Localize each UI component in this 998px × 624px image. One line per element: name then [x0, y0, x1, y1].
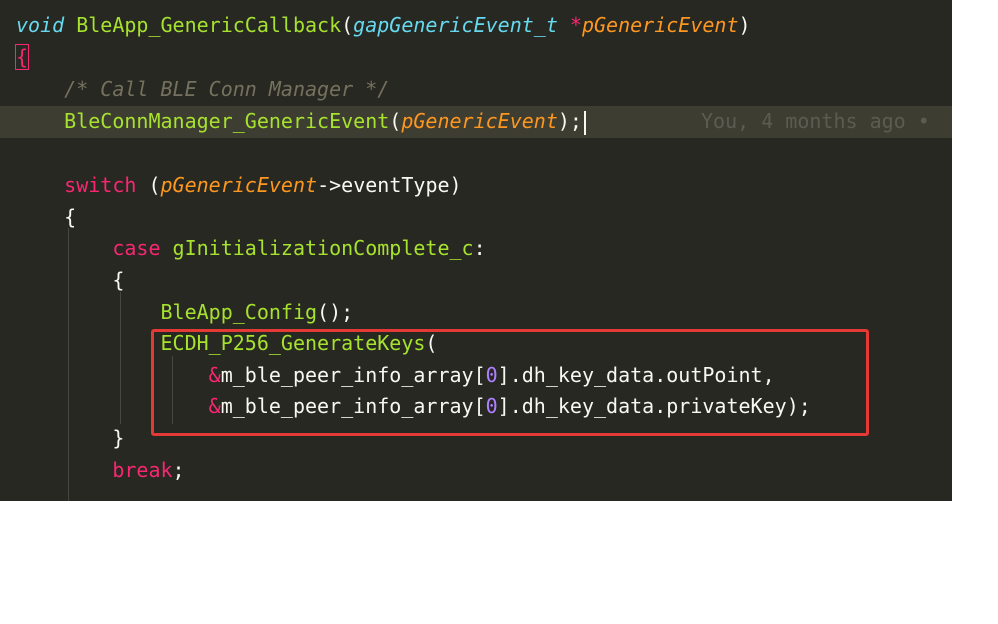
text-cursor: [583, 110, 586, 135]
highlight-annotation-box: [151, 329, 869, 436]
code-line-1[interactable]: void BleApp_GenericCallback(gapGenericEv…: [0, 10, 751, 42]
code-line-6[interactable]: switch (pGenericEvent->eventType): [0, 170, 461, 202]
code-line-4-active[interactable]: BleConnManager_GenericEvent(pGenericEven…: [0, 106, 952, 138]
code-line-7[interactable]: {: [0, 202, 76, 234]
code-line-10[interactable]: BleApp_Config();: [0, 297, 354, 329]
code-editor[interactable]: void BleApp_GenericCallback(gapGenericEv…: [0, 0, 952, 501]
code-line-9[interactable]: {: [0, 265, 124, 297]
code-line-15[interactable]: break;: [0, 455, 184, 487]
code-line-3[interactable]: /* Call BLE Conn Manager */: [0, 74, 389, 106]
code-line-2[interactable]: {: [0, 42, 30, 74]
code-line-8[interactable]: case gInitializationComplete_c:: [0, 233, 485, 265]
git-blame-annotation: You, 4 months ago •: [701, 109, 930, 133]
code-line-14[interactable]: }: [0, 423, 124, 455]
